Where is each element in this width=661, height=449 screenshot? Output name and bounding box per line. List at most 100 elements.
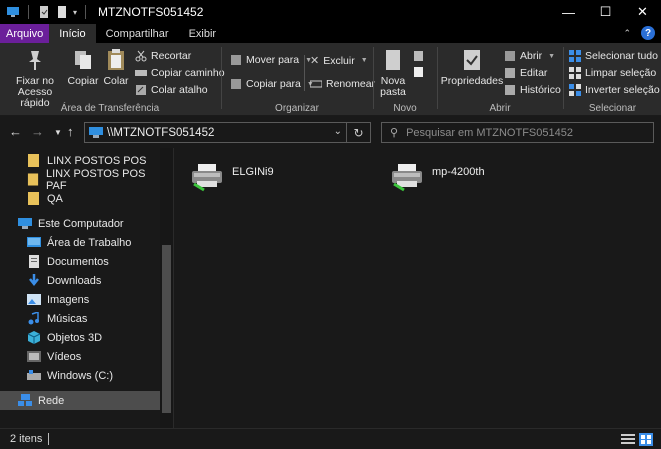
chevron-down-icon: ▼ <box>360 57 368 64</box>
nav-item-label: LINX POSTOS POS PAF <box>45 167 146 192</box>
pin-quick-access-button[interactable]: Fixar no Acesso rápido <box>4 47 66 109</box>
chevron-down-icon[interactable]: ⌄ <box>334 126 342 137</box>
nav-item-linx-postos-pos-paf[interactable]: LINX POSTOS POS PAF <box>0 167 160 192</box>
forward-arrow-icon[interactable]: → <box>31 124 44 139</box>
nav-item-label: Músicas <box>47 312 88 325</box>
history-icon <box>505 85 515 95</box>
cut-label: Recortar <box>151 50 192 62</box>
copy-path-button[interactable]: Copiar caminho <box>135 67 225 79</box>
nav-item-desktop[interactable]: Área de Trabalho <box>0 233 160 252</box>
organize-group: Mover para ▼ Copiar para ▼ ✕ Excluir ▼ Reno… <box>222 43 375 116</box>
details-view-icon[interactable] <box>621 433 635 446</box>
close-button[interactable]: ✕ <box>624 0 661 24</box>
video-icon <box>27 351 41 362</box>
pin-icon <box>29 51 41 70</box>
ribbon: Fixar no Acesso rápido Copiar Colar Reco… <box>0 43 661 116</box>
cut-button[interactable]: Recortar <box>135 50 191 62</box>
copy-button[interactable]: Copiar <box>66 47 100 87</box>
move-to-button[interactable]: Mover para ▼ <box>230 54 312 66</box>
back-arrow-icon[interactable]: ← <box>9 124 22 139</box>
documents-icon <box>29 255 39 268</box>
nav-item-label: Downloads <box>47 274 102 287</box>
history-button[interactable]: Histórico <box>504 84 561 96</box>
nav-item-label: LINX POSTOS POS <box>47 154 147 167</box>
properties-button[interactable]: Propriedades <box>441 47 503 87</box>
recent-locations-icon[interactable]: ▼ <box>54 128 62 137</box>
paste-shortcut-label: Colar atalho <box>151 84 208 96</box>
move-to-icon <box>231 55 241 65</box>
move-to-label: Mover para <box>246 54 300 66</box>
nav-item-label: QA <box>47 192 63 205</box>
printer-item-mp-4200th[interactable]: mp-4200th <box>390 162 485 192</box>
images-icon <box>27 294 41 305</box>
network-printer-icon <box>392 164 422 192</box>
rename-button[interactable]: Renomear <box>310 78 375 90</box>
nav-item-videos[interactable]: Vídeos <box>0 347 160 366</box>
nav-item-label: Área de Trabalho <box>47 236 132 249</box>
nav-item-windows-drive[interactable]: Windows (C:) <box>0 366 160 385</box>
delete-button[interactable]: ✕ Excluir ▼ <box>310 54 368 68</box>
tab-view[interactable]: Exibir <box>179 24 227 43</box>
invert-selection-icon <box>569 84 581 96</box>
new-folder-icon <box>386 50 400 70</box>
select-none-button[interactable]: Limpar seleção <box>569 67 656 79</box>
select-all-icon <box>569 50 581 62</box>
select-all-label: Selecionar tudo <box>585 50 658 62</box>
open-button[interactable]: Abrir ▼ <box>504 50 555 62</box>
paste-button[interactable]: Colar <box>101 47 131 87</box>
delete-label: Excluir <box>323 54 355 67</box>
select-group: Selecionar tudo Limpar seleção Inverter … <box>564 43 661 116</box>
properties-icon[interactable] <box>37 6 51 18</box>
nav-item-label: Objetos 3D <box>47 331 103 344</box>
new-item-icon[interactable] <box>412 49 426 63</box>
cube-icon <box>27 331 41 344</box>
copy-path-label: Copiar caminho <box>151 67 225 79</box>
window-title: MTZNOTFS051452 <box>98 5 204 19</box>
computer-icon[interactable] <box>6 6 20 18</box>
paste-shortcut-button[interactable]: Colar atalho <box>135 84 208 96</box>
easy-access-icon[interactable] <box>412 65 426 79</box>
copy-to-label: Copiar para <box>246 78 301 90</box>
nav-item-images[interactable]: Imagens <box>0 290 160 309</box>
invert-selection-button[interactable]: Inverter seleção <box>569 84 660 96</box>
collapse-ribbon-icon[interactable]: ⌃ <box>623 28 631 39</box>
copy-to-button[interactable]: Copiar para ▼ <box>230 78 314 90</box>
refresh-button[interactable]: ↻ <box>347 122 371 143</box>
open-label: Abrir <box>520 50 543 62</box>
customize-quick-access-icon[interactable]: ▾ <box>73 8 77 17</box>
minimize-button[interactable]: — <box>550 0 587 24</box>
new-folder-icon[interactable] <box>55 6 69 18</box>
paste-shortcut-icon <box>136 85 146 95</box>
tab-file[interactable]: Arquivo <box>0 24 50 43</box>
music-icon <box>28 312 39 325</box>
chevron-down-icon: ▼ <box>548 52 556 60</box>
folder-icon <box>28 192 39 205</box>
navigation-pane-scrollbar[interactable] <box>160 148 173 428</box>
nav-item-documents[interactable]: Documentos <box>0 252 160 271</box>
help-icon[interactable]: ? <box>641 26 655 40</box>
select-all-button[interactable]: Selecionar tudo <box>569 50 658 62</box>
nav-item-this-pc[interactable]: Este Computador <box>0 214 160 233</box>
printer-item-elgini9[interactable]: ELGINi9 <box>190 162 274 192</box>
address-bar[interactable]: \\MTZNOTFS051452 ⌄ <box>84 122 347 143</box>
tab-share[interactable]: Compartilhar <box>96 24 179 43</box>
new-folder-button[interactable]: Nova pasta <box>378 47 408 98</box>
up-arrow-icon[interactable]: ↑ <box>67 124 74 139</box>
search-box[interactable]: ⚲ Pesquisar em MTZNOTFS051452 <box>381 122 654 143</box>
nav-item-downloads[interactable]: Downloads <box>0 271 160 290</box>
maximize-button[interactable]: ☐ <box>587 0 624 24</box>
computer-icon <box>18 218 32 229</box>
edit-button[interactable]: Editar <box>504 67 547 79</box>
new-folder-label: Nova pasta <box>380 75 406 98</box>
clipboard-group-label: Área de Transferência <box>60 103 160 114</box>
nav-item-3d-objects[interactable]: Objetos 3D <box>0 328 160 347</box>
nav-item-qa[interactable]: QA <box>0 189 160 208</box>
scrollbar-thumb[interactable] <box>162 245 171 413</box>
refresh-icon: ↻ <box>353 125 364 140</box>
edit-label: Editar <box>520 67 548 79</box>
large-icons-view-icon[interactable] <box>639 433 653 446</box>
nav-item-music[interactable]: Músicas <box>0 309 160 328</box>
nav-item-label: Documentos <box>47 255 109 268</box>
tab-home[interactable]: Início <box>49 24 96 43</box>
nav-item-network[interactable]: Rede <box>0 391 160 410</box>
